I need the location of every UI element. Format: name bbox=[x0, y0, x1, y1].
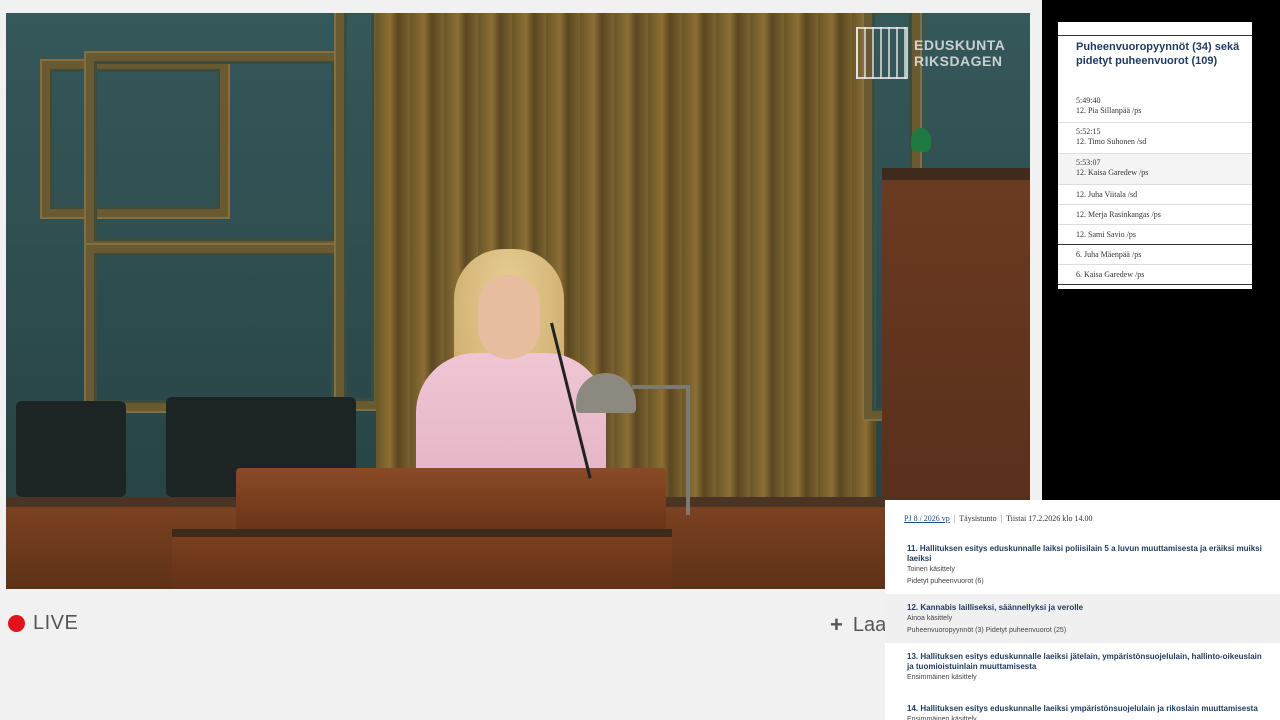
speaker-name: 12. Timo Suhonen /sd bbox=[1076, 137, 1147, 146]
agenda-item[interactable]: 13. Hallituksen esitys eduskunnalle laei… bbox=[885, 643, 1280, 692]
speaker-list-item[interactable]: 5:53:07 12. Kaisa Garedew /ps bbox=[1058, 154, 1252, 185]
speaker-time: 5:52:15 bbox=[1076, 127, 1101, 136]
parliament-icon bbox=[856, 27, 908, 79]
speaker-list-item[interactable]: 5:52:15 12. Timo Suhonen /sd bbox=[1058, 123, 1252, 154]
agenda-date: Tiistai 17.2.2026 klo 14.00 bbox=[1006, 514, 1093, 523]
agenda-list: 11. Hallituksen esitys eduskunnalle laik… bbox=[885, 523, 1280, 720]
speaker-face bbox=[478, 275, 540, 359]
speaker-list-title: Puheenvuoropyynnöt (34) sekä pidetyt puh… bbox=[1076, 41, 1240, 67]
ornament bbox=[911, 128, 931, 152]
agenda-item-detail: Ensimmäinen käsittely bbox=[907, 674, 977, 681]
agenda-item-detail: Toinen käsittely bbox=[907, 566, 955, 573]
speaker-list-item[interactable]: 12. Juha Viitala /sd bbox=[1058, 185, 1252, 205]
podium-base bbox=[172, 529, 672, 589]
chair bbox=[16, 401, 126, 497]
agenda-item[interactable]: 12. Kannabis lailliseksi, säännellyksi j… bbox=[885, 594, 1280, 643]
lamp-pole bbox=[686, 385, 690, 515]
wall-panel bbox=[86, 245, 342, 411]
agenda-item-title[interactable]: 13. Hallituksen esitys eduskunnalle laei… bbox=[907, 652, 1266, 672]
speaker-list-item[interactable]: 6. Juha Mäenpää /ps bbox=[1058, 245, 1252, 265]
agenda-item[interactable]: 14. Hallituksen esitys eduskunnalle laei… bbox=[885, 692, 1280, 720]
plus-icon: + bbox=[830, 612, 843, 637]
video-player[interactable]: EDUSKUNTA RIKSDAGEN bbox=[6, 13, 1030, 589]
live-dot-icon bbox=[8, 615, 25, 632]
agenda-item-detail: Ensimmäinen käsittely bbox=[907, 716, 977, 720]
speaker-name: 12. Kaisa Garedew /ps bbox=[1076, 168, 1149, 177]
speaker-list: 5:49:40 12. Pia Sillanpää /ps 5:52:15 12. T… bbox=[1058, 92, 1252, 285]
agenda-item-title[interactable]: 14. Hallituksen esitys eduskunnalle laei… bbox=[907, 704, 1266, 714]
agenda-item-detail: Ainoa käsittely bbox=[907, 615, 953, 622]
agenda-header: PJ 8 / 2026 vp | Täysistunto | Tiistai 1… bbox=[904, 514, 1093, 523]
agenda-item-title[interactable]: 12. Kannabis lailliseksi, säännellyksi j… bbox=[907, 603, 1266, 613]
speaker-name: 6. Juha Mäenpää /ps bbox=[1076, 250, 1142, 259]
speaker-time: 5:49:40 bbox=[1076, 96, 1101, 105]
speaker-time: 5:53:07 bbox=[1076, 158, 1101, 167]
agenda-item-title[interactable]: 11. Hallituksen esitys eduskunnalle laik… bbox=[907, 544, 1266, 564]
speaker-name: 12. Sami Savio /ps bbox=[1076, 230, 1137, 239]
speaker-name: 12. Merja Rasinkangas /ps bbox=[1076, 210, 1161, 219]
speaker-list-item[interactable]: 5:49:40 12. Pia Sillanpää /ps bbox=[1058, 92, 1252, 123]
brand-line1: EDUSKUNTA bbox=[914, 37, 1006, 53]
brand-line2: RIKSDAGEN bbox=[914, 53, 1003, 69]
agenda-doc-link[interactable]: PJ 8 / 2026 vp bbox=[904, 514, 950, 523]
agenda-panel: PJ 8 / 2026 vp | Täysistunto | Tiistai 1… bbox=[885, 500, 1280, 720]
speaker-list-item[interactable]: 12. Merja Rasinkangas /ps bbox=[1058, 205, 1252, 225]
agenda-item[interactable]: 11. Hallituksen esitys eduskunnalle laik… bbox=[885, 523, 1280, 594]
live-label: LIVE bbox=[33, 612, 79, 634]
add-label: Laa bbox=[852, 613, 887, 636]
channel-logo: EDUSKUNTA RIKSDAGEN bbox=[856, 27, 1005, 79]
add-button[interactable]: + Laa bbox=[830, 612, 886, 638]
wood-panel bbox=[882, 168, 1030, 510]
wall-panel bbox=[86, 53, 342, 249]
divider bbox=[1058, 35, 1252, 36]
speaker-list-panel: Puheenvuoropyynnöt (34) sekä pidetyt puh… bbox=[1058, 22, 1252, 289]
speaker-list-item[interactable]: 12. Sami Savio /ps bbox=[1058, 225, 1252, 245]
agenda-item-detail: Pidetyt puheenvuorot (6) bbox=[907, 578, 984, 585]
podium bbox=[236, 468, 666, 530]
speaker-name: 12. Juha Viitala /sd bbox=[1076, 190, 1138, 199]
speaker-name: 6. Kaisa Garedew /ps bbox=[1076, 270, 1145, 279]
agenda-session: Täysistunto bbox=[959, 514, 997, 523]
speaker-list-item[interactable]: 6. Kaisa Garedew /ps bbox=[1058, 265, 1252, 285]
lamp-arm bbox=[632, 385, 690, 389]
agenda-item-detail: Puheenvuoropyynnöt (3) Pidetyt puheenvuo… bbox=[907, 627, 1067, 634]
speaker-name: 12. Pia Sillanpää /ps bbox=[1076, 106, 1142, 115]
live-indicator: LIVE bbox=[8, 612, 78, 635]
